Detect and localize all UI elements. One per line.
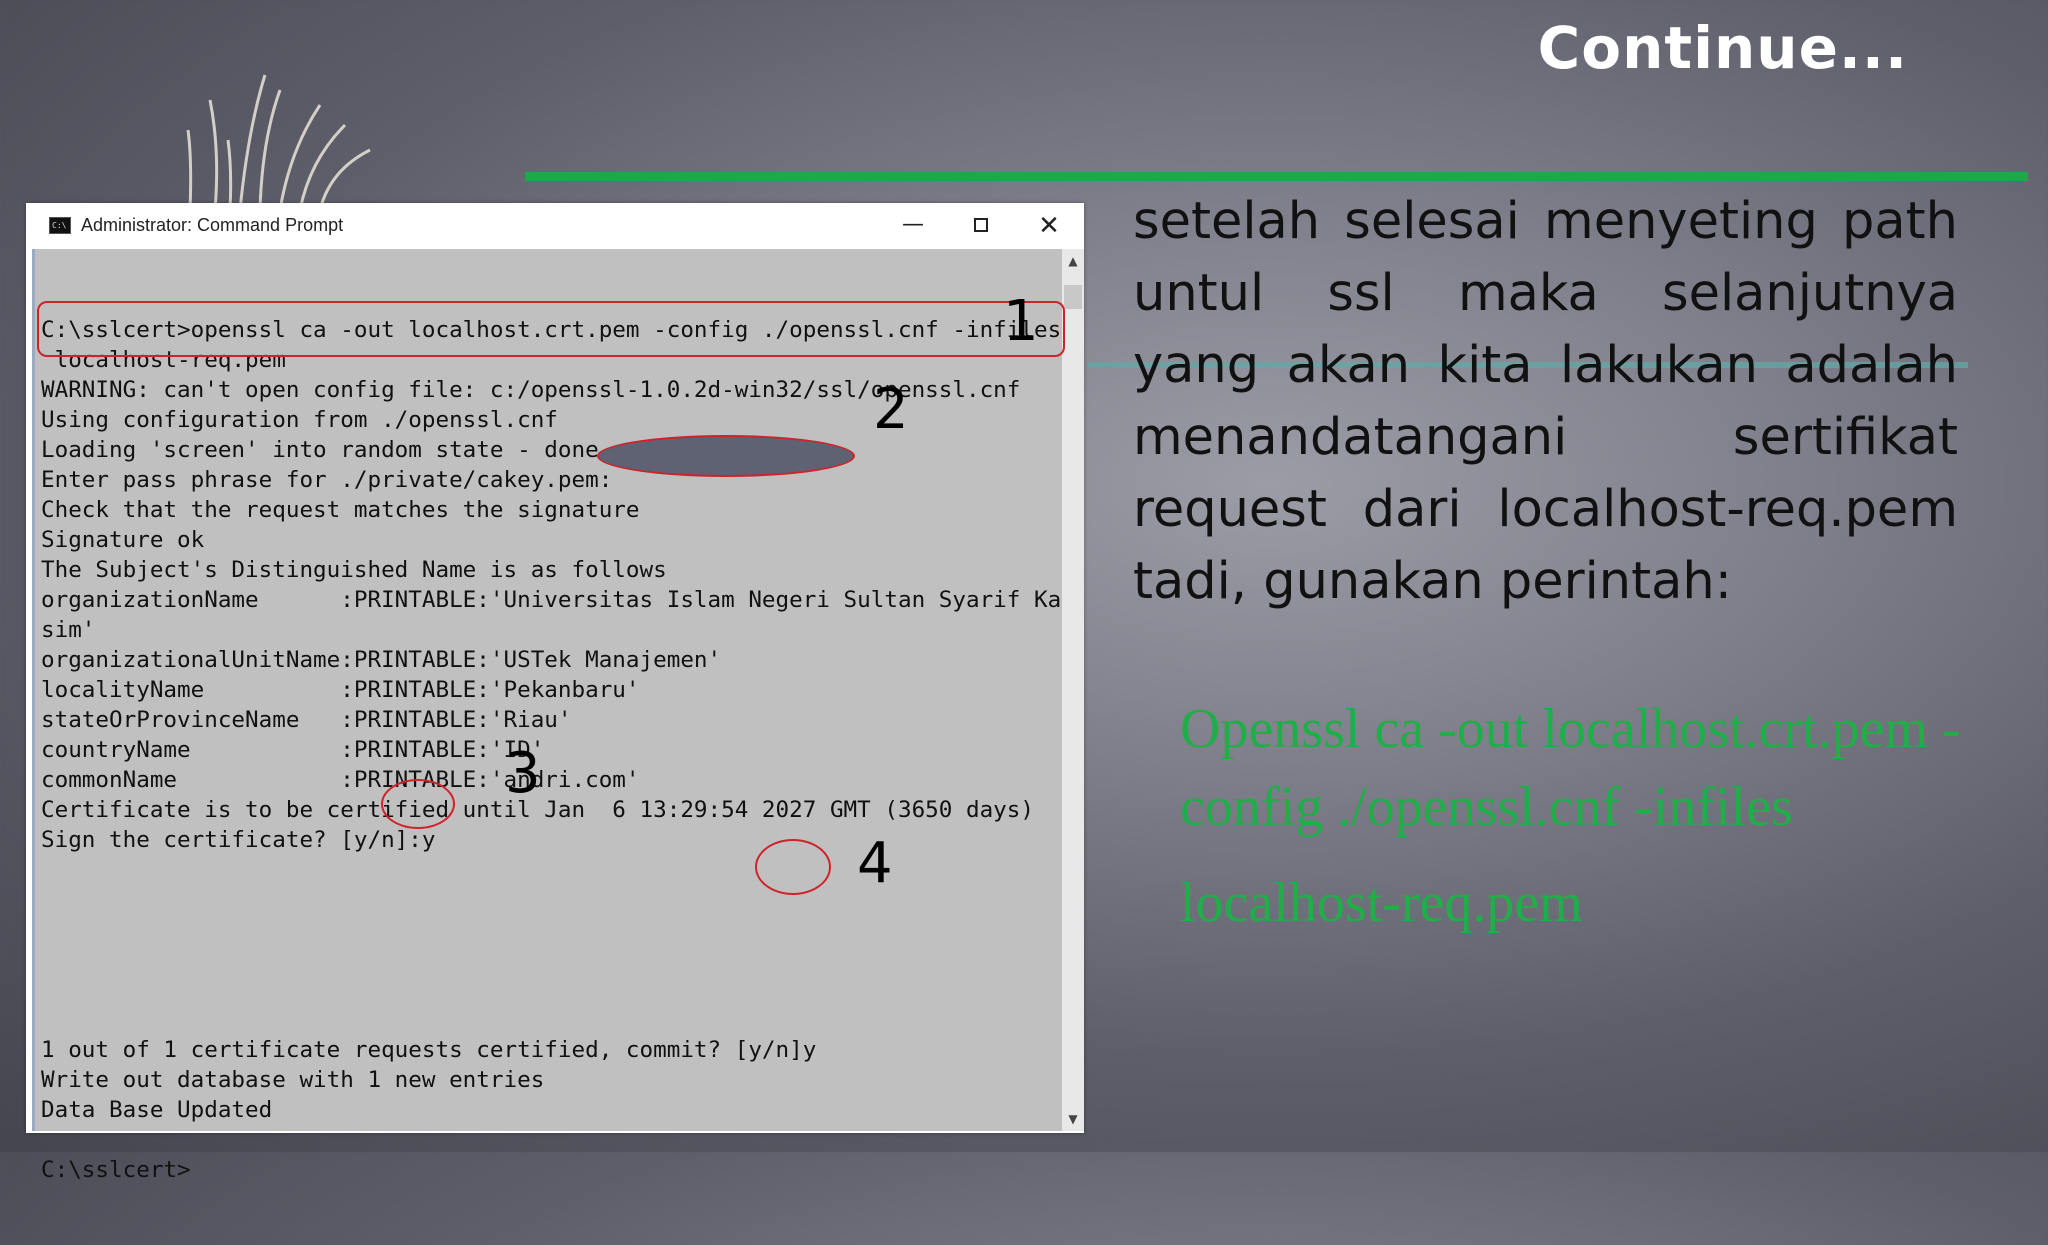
annotation-box-command <box>37 301 1065 357</box>
slide-title: Continue... <box>1537 14 1908 82</box>
minimize-button[interactable]: — <box>893 207 933 245</box>
command-line-1: Openssl ca -out localhost.crt.pem -confi… <box>1180 698 1961 838</box>
maximize-button[interactable] <box>961 207 1001 245</box>
annotation-circle-commit <box>755 839 831 895</box>
console-line: Write out database with 1 new entries <box>41 1067 545 1093</box>
console-line: Check that the request matches the signa… <box>41 497 640 523</box>
green-divider <box>525 172 2028 181</box>
maximize-icon <box>974 218 988 232</box>
annotation-number-4: 4 <box>857 831 893 896</box>
console-line: C:\sslcert> <box>41 1157 191 1183</box>
command-text: Openssl ca -out localhost.crt.pem -confi… <box>1180 690 2020 942</box>
command-line-2: localhost-req.pem <box>1180 872 1583 934</box>
command-prompt-window[interactable]: C:\ Administrator: Command Prompt — ✕ C:… <box>26 203 1084 1183</box>
console-line: Certificate is to be certified until Jan… <box>41 797 1034 823</box>
cmd-icon: C:\ <box>49 217 71 234</box>
console-line: The Subject's Distinguished Name is as f… <box>41 557 667 583</box>
close-button[interactable]: ✕ <box>1029 207 1069 245</box>
console-lines-bottom: 1 out of 1 certificate requests certifie… <box>41 1035 1061 1185</box>
slide-description: setelah selesai menyeting path untul ssl… <box>1133 192 1958 611</box>
console-line: Signature ok <box>41 527 205 553</box>
scroll-up-arrow-icon[interactable]: ▲ <box>1062 249 1084 273</box>
window-titlebar[interactable]: C:\ Administrator: Command Prompt — ✕ <box>26 203 1084 249</box>
console-blank-gap <box>41 915 1061 975</box>
console-line: Sign the certificate? [y/n]:y <box>41 827 436 853</box>
annotation-number-2: 2 <box>873 377 909 442</box>
console-line: countryName :PRINTABLE:'ID' <box>41 737 545 763</box>
annotation-circle-sign <box>381 779 455 829</box>
scroll-down-arrow-icon[interactable]: ▼ <box>1062 1107 1084 1131</box>
grass-decoration <box>186 74 371 210</box>
annotation-number-3: 3 <box>505 741 541 806</box>
console-line: commonName :PRINTABLE:'andri.com' <box>41 767 640 793</box>
redacted-passphrase <box>597 435 855 477</box>
console-line: 1 out of 1 certificate requests certifie… <box>41 1037 817 1063</box>
console-line: stateOrProvinceName :PRINTABLE:'Riau' <box>41 707 572 733</box>
console-line: Enter pass phrase for ./private/cakey.pe… <box>41 467 613 493</box>
console-line: localityName :PRINTABLE:'Pekanbaru' <box>41 677 640 703</box>
console-line: Data Base Updated <box>41 1097 273 1123</box>
console-line: organizationalUnitName:PRINTABLE:'USTek … <box>41 647 722 673</box>
console-line: organizationName :PRINTABLE:'Universitas… <box>41 587 1062 613</box>
console-line: sim' <box>41 617 96 643</box>
annotation-number-1: 1 <box>1003 289 1039 354</box>
scroll-thumb[interactable] <box>1064 285 1082 309</box>
window-title: Administrator: Command Prompt <box>81 215 344 235</box>
vertical-scrollbar[interactable]: ▲ ▼ <box>1062 249 1084 1131</box>
console-area[interactable]: C:\sslcert>openssl ca -out localhost.crt… <box>32 249 1084 1183</box>
